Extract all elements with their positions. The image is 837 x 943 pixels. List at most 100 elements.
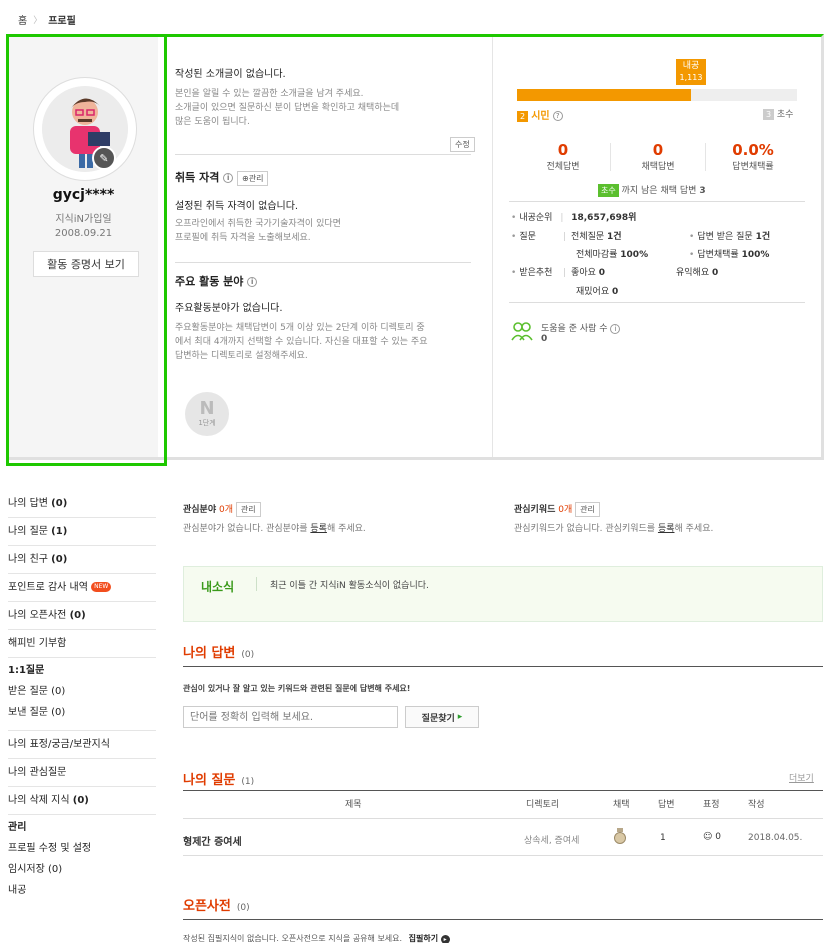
table-header: 제목 디렉토리 채택 답변 표정 작성	[183, 797, 823, 817]
find-questions-button[interactable]: 질문찾기 ▸	[405, 706, 479, 728]
nav-happybean[interactable]: 해피빈 기부함	[8, 630, 156, 658]
stat-total-answers: 0 전체답변	[523, 141, 603, 172]
interest-field: 관심분야 0개 관리	[183, 502, 261, 517]
nav-profile-edit[interactable]: 프로필 수정 및 설정	[8, 838, 156, 859]
intro-desc-line: 소개글이 있으면 질문하신 분이 답변을 확인하고 채택하는데	[175, 103, 400, 113]
nav-label: 해피빈 기부함	[8, 638, 67, 649]
stat-value: 0.0%	[732, 141, 774, 159]
divider	[256, 577, 257, 591]
question-close-rate: 전체마감률 100%	[576, 247, 648, 260]
q-answered-value: 1건	[755, 232, 771, 242]
field-desc: 주요활동분야는 채택답변이 5개 이상 있는 2단계 이하 디렉토리 중 에서 …	[175, 321, 475, 363]
more-link[interactable]: 더보기	[789, 771, 814, 784]
nav-temp-saved[interactable]: 임시저장 (0)	[8, 859, 156, 880]
q-answered-label: 답변 받은 질문	[689, 232, 753, 242]
question-title-link[interactable]: 형제간 증여세	[183, 833, 242, 848]
interest-keyword-label: 관심키워드	[514, 505, 556, 515]
arrow-right-icon: ▸	[457, 712, 463, 722]
breadcrumb-home[interactable]: 홈	[18, 12, 27, 27]
profile-summary: ✎ gycj**** 지식iN가입일 2008.09.21 활동 증명서 보기	[9, 37, 158, 457]
next-level: 3 초수	[763, 107, 793, 120]
q-adopt-label: 답변채택률	[689, 250, 739, 260]
rank-label: 내공순위	[511, 213, 552, 223]
nav-naegong[interactable]: 내공	[8, 880, 156, 901]
stat-label: 전체답변	[546, 162, 580, 172]
nav-open-dict[interactable]: 나의 오픈사전 (0)	[8, 602, 156, 630]
recommend-label-text: 받은추천	[511, 268, 552, 278]
interest-field-empty: 관심분야가 없습니다. 관심분야를 등록해 주세요.	[183, 521, 366, 534]
nav-received-questions[interactable]: 받은 질문 (0)	[8, 681, 156, 702]
keyword-search-input[interactable]	[183, 706, 398, 728]
help-icon[interactable]: ?	[552, 111, 563, 121]
question-directory: 상속세, 증여세	[524, 836, 580, 846]
nav-manage: 관리	[8, 822, 27, 833]
q-close-label: 전체마감률	[576, 250, 618, 260]
nav-count: (0)	[51, 554, 68, 565]
divider	[183, 919, 823, 920]
license-manage-button[interactable]: ⊕관리	[237, 171, 269, 186]
info-icon[interactable]: i	[610, 323, 621, 334]
next-level-info: 초수 까지 남은 채택 답변 3	[598, 183, 706, 197]
activity-certificate-button[interactable]: 활동 증명서 보기	[33, 251, 139, 277]
nav-my-friends[interactable]: 나의 친구 (0)	[8, 546, 156, 574]
profile-box: ✎ gycj**** 지식iN가입일 2008.09.21 활동 증명서 보기 …	[6, 34, 824, 466]
question-label: 질문	[511, 229, 536, 242]
news-box: 내소식 최근 이틀 간 지식iN 활동소식이 없습니다.	[183, 566, 823, 622]
open-dict-title-text: 오픈사전	[183, 899, 231, 914]
question-total: | 전체질문 1건	[563, 232, 622, 242]
news-title: 내소식	[201, 580, 235, 594]
col-adopt: 채택	[613, 800, 630, 810]
nav-label: 나의 질문	[8, 526, 48, 537]
my-answers-title-text: 나의 답변	[183, 646, 236, 661]
sidebar-nav: 나의 답변 (0) 나의 질문 (1) 나의 친구 (0) 포인트로 감사 내역…	[8, 490, 156, 901]
info-icon[interactable]: i	[247, 277, 258, 287]
question-faces: ☺ 0	[703, 832, 721, 842]
nav-my-questions[interactable]: 나의 질문 (1)	[8, 518, 156, 546]
nav-interest-questions[interactable]: 나의 관심질문	[8, 759, 156, 787]
joined-label: 지식iN가입일	[55, 214, 112, 225]
my-questions-count: (1)	[241, 777, 255, 787]
write-dict-link[interactable]: 집필하기	[409, 934, 438, 943]
interest-keyword-empty-suffix: 해 주세요.	[674, 524, 714, 534]
interest-keyword-manage-button[interactable]: 관리	[575, 502, 600, 517]
col-date: 작성	[748, 800, 765, 810]
nav-point-thanks[interactable]: 포인트로 감사 내역 NEW	[8, 574, 156, 602]
recommend-label: 받은추천	[511, 265, 552, 278]
interest-field-register-link[interactable]: 등록	[310, 524, 327, 534]
divider	[183, 666, 823, 667]
q-adopt-value: 100%	[741, 250, 770, 260]
smile-icon: ☺	[703, 832, 713, 842]
interest-keyword-register-link[interactable]: 등록	[658, 524, 675, 534]
divider	[610, 142, 611, 171]
stat-label: 답변채택률	[732, 162, 774, 172]
find-questions-label: 질문찾기	[421, 713, 455, 724]
divider	[175, 154, 471, 155]
nav-saved-knowledge[interactable]: 나의 표정/궁금/보관지식	[8, 731, 156, 759]
interest-field-manage-button[interactable]: 관리	[235, 502, 261, 517]
helped-value: 0	[541, 334, 548, 344]
current-level-name: 시민	[531, 111, 550, 122]
col-faces: 표정	[703, 800, 720, 810]
interest-keyword: 관심키워드 0개 관리	[514, 502, 600, 517]
license-empty: 설정된 취득 자격이 없습니다.	[175, 201, 299, 212]
field-title-text: 주요 활동 분야	[175, 275, 244, 288]
open-dict-empty: 작성된 집필지식이 없습니다. 오픈사전으로 지식을 공유해 보세요. 집필하기…	[183, 933, 450, 943]
question-date: 2018.04.05.	[748, 833, 803, 843]
info-icon[interactable]: i	[223, 173, 234, 183]
field-desc-line: 에서 최대 4개까지 선택할 수 있습니다. 자신을 대표할 수 있는 주요	[175, 337, 428, 347]
edit-intro-button[interactable]: 수정	[450, 137, 475, 152]
interest-field-empty-text: 관심분야가 없습니다. 관심분야를	[183, 524, 311, 534]
nav-deleted[interactable]: 나의 삭제 지식 (0)	[8, 787, 156, 815]
nav-sent-questions[interactable]: 보낸 질문 (0)	[8, 702, 156, 731]
interest-field-empty-suffix: 해 주세요.	[326, 524, 366, 534]
fun-value: 0	[612, 287, 619, 297]
divider	[183, 855, 823, 856]
nav-my-answers[interactable]: 나의 답변 (0)	[8, 490, 156, 518]
naegong-label: 내공	[682, 61, 700, 71]
my-answers-prompt: 관심이 있거나 잘 알고 있는 키워드와 관련된 질문에 답변해 주세요!	[183, 684, 411, 693]
intro-desc-line: 본인을 알릴 수 있는 깔끔한 소개글을 남겨 주세요.	[175, 89, 364, 99]
interest-keyword-empty: 관심키워드가 없습니다. 관심키워드를 등록해 주세요.	[514, 521, 713, 534]
edit-avatar-icon[interactable]: ✎	[92, 146, 116, 170]
like-label: 좋아요	[571, 268, 596, 278]
q-close-value: 100%	[620, 250, 649, 260]
